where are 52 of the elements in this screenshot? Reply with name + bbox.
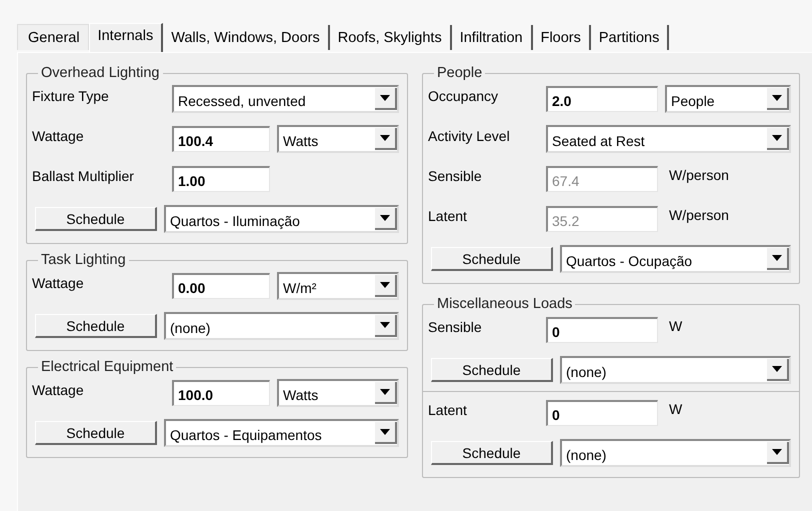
schedule-dropdown[interactable]: Quartos - Ocupação xyxy=(560,245,791,273)
tab[interactable]: Floors xyxy=(532,25,591,50)
group-title: Task Lighting xyxy=(40,252,127,268)
input-field[interactable]: 100.0 xyxy=(172,380,270,406)
tab[interactable]: Infiltration xyxy=(452,25,533,50)
unit-dropdown[interactable]: Watts xyxy=(277,125,399,153)
tab[interactable]: Internals xyxy=(88,23,164,52)
field-label: Wattage xyxy=(32,274,85,291)
dropdown[interactable]: Recessed, unvented xyxy=(172,85,399,113)
schedule-button[interactable]: Schedule xyxy=(35,314,157,338)
field-label: Sensible xyxy=(428,318,483,335)
schedule-button[interactable]: Schedule xyxy=(35,207,157,231)
field-label: Occupancy xyxy=(428,87,500,104)
schedule-dropdown[interactable]: (none) xyxy=(560,439,791,467)
unit-dropdown[interactable]: People xyxy=(665,85,791,113)
group-title: Overhead Lighting xyxy=(40,65,160,81)
schedule-button[interactable]: Schedule xyxy=(431,358,553,382)
field-label: Wattage xyxy=(32,127,85,144)
tab[interactable]: Walls, Windows, Doors xyxy=(163,25,330,50)
input-field[interactable]: 0 xyxy=(546,317,658,343)
unit-label: W xyxy=(668,400,682,417)
schedule-button[interactable]: Schedule xyxy=(35,421,157,445)
unit-label: W/person xyxy=(668,166,729,183)
tab[interactable]: Partitions xyxy=(590,25,670,50)
input-field[interactable]: 0.00 xyxy=(172,273,270,299)
unit-dropdown[interactable]: W/m² xyxy=(277,272,399,300)
field-label: Sensible xyxy=(428,167,483,184)
dropdown[interactable]: Seated at Rest xyxy=(546,125,791,153)
group-title: People xyxy=(436,65,484,81)
field-label: Latent xyxy=(428,207,468,224)
unit-label: W xyxy=(668,317,682,334)
tab[interactable]: Roofs, Skylights xyxy=(330,25,452,50)
tab[interactable]: General xyxy=(17,24,89,50)
schedule-button[interactable]: Schedule xyxy=(431,441,553,465)
input-field[interactable]: 0 xyxy=(546,400,658,426)
schedule-dropdown[interactable]: Quartos - Equipamentos xyxy=(164,419,399,447)
input-field[interactable]: 2.0 xyxy=(546,86,658,112)
schedule-dropdown[interactable]: (none) xyxy=(164,312,399,340)
schedule-button[interactable]: Schedule xyxy=(431,247,553,271)
unit-label: W/person xyxy=(668,206,729,223)
field-label: Wattage xyxy=(32,381,85,398)
field-label: Fixture Type xyxy=(32,87,110,104)
input-field[interactable]: 1.00 xyxy=(172,166,270,192)
schedule-dropdown[interactable]: (none) xyxy=(560,356,791,384)
field-label: Activity Level xyxy=(428,127,511,144)
unit-dropdown[interactable]: Watts xyxy=(277,379,399,407)
field-label: Latent xyxy=(428,401,468,418)
group-title: Electrical Equipment xyxy=(40,359,174,375)
group-title: Miscellaneous Loads xyxy=(436,296,574,312)
input-field[interactable]: 100.4 xyxy=(172,126,270,152)
field-label: Ballast Multiplier xyxy=(32,167,135,184)
schedule-dropdown[interactable]: Quartos - Iluminação xyxy=(164,205,399,233)
